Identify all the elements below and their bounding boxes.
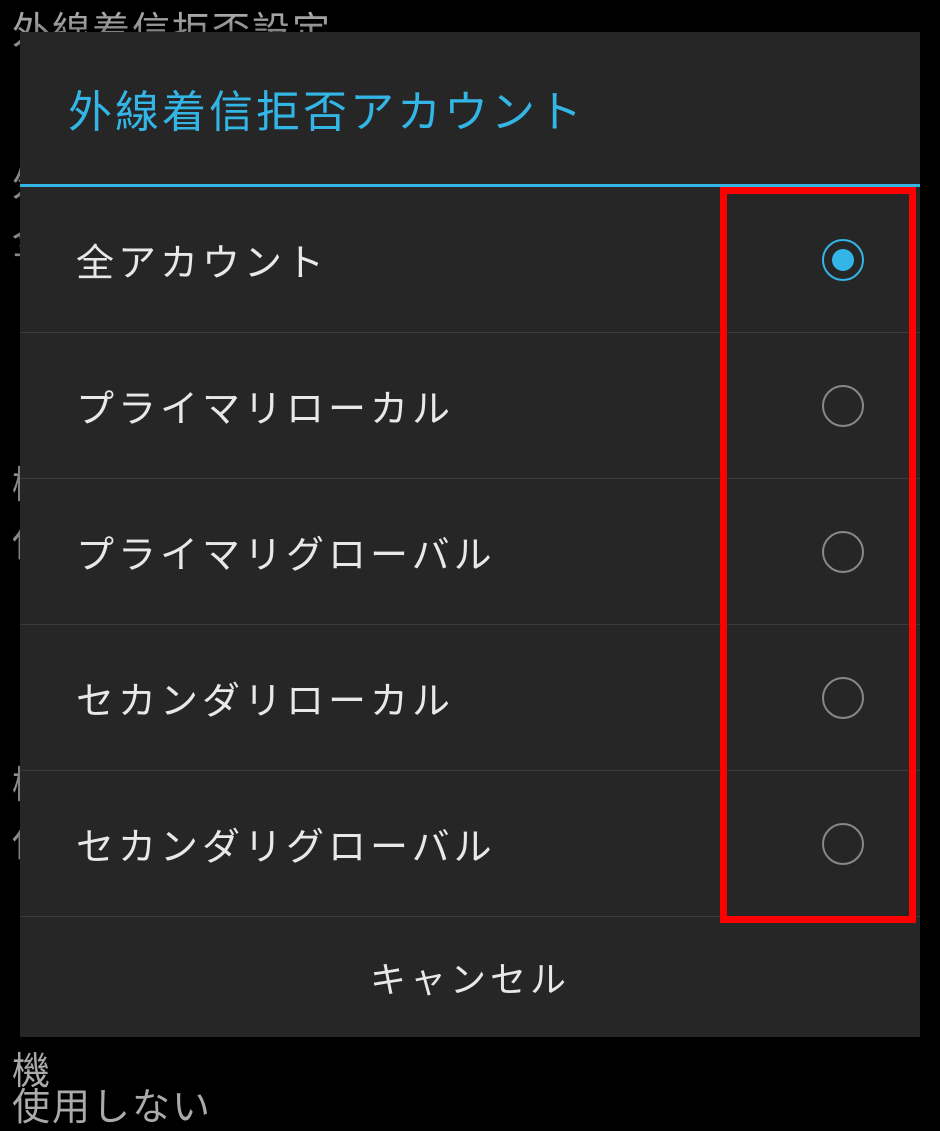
option-label: セカンダリグローバル	[76, 816, 496, 871]
radio-icon[interactable]	[822, 531, 864, 573]
option-all-accounts[interactable]: 全アカウント	[20, 187, 920, 333]
radio-icon[interactable]	[822, 677, 864, 719]
option-label: セカンダリローカル	[76, 670, 454, 725]
option-label: プライマリグローバル	[76, 524, 496, 579]
option-primary-local[interactable]: プライマリローカル	[20, 333, 920, 479]
account-selection-dialog: 外線着信拒否アカウント 全アカウント プライマリローカル プライマリグローバル …	[20, 32, 920, 1037]
option-list: 全アカウント プライマリローカル プライマリグローバル セカンダリローカル セカ…	[20, 187, 920, 917]
background-text: 使用しない	[12, 1076, 212, 1131]
radio-icon[interactable]	[822, 823, 864, 865]
option-label: 全アカウント	[76, 232, 328, 287]
option-secondary-local[interactable]: セカンダリローカル	[20, 625, 920, 771]
radio-icon[interactable]	[822, 385, 864, 427]
cancel-button[interactable]: キャンセル	[20, 917, 920, 1037]
radio-icon[interactable]	[822, 239, 864, 281]
option-secondary-global[interactable]: セカンダリグローバル	[20, 771, 920, 917]
option-label: プライマリローカル	[76, 378, 454, 433]
dialog-title: 外線着信拒否アカウント	[20, 32, 920, 187]
option-primary-global[interactable]: プライマリグローバル	[20, 479, 920, 625]
